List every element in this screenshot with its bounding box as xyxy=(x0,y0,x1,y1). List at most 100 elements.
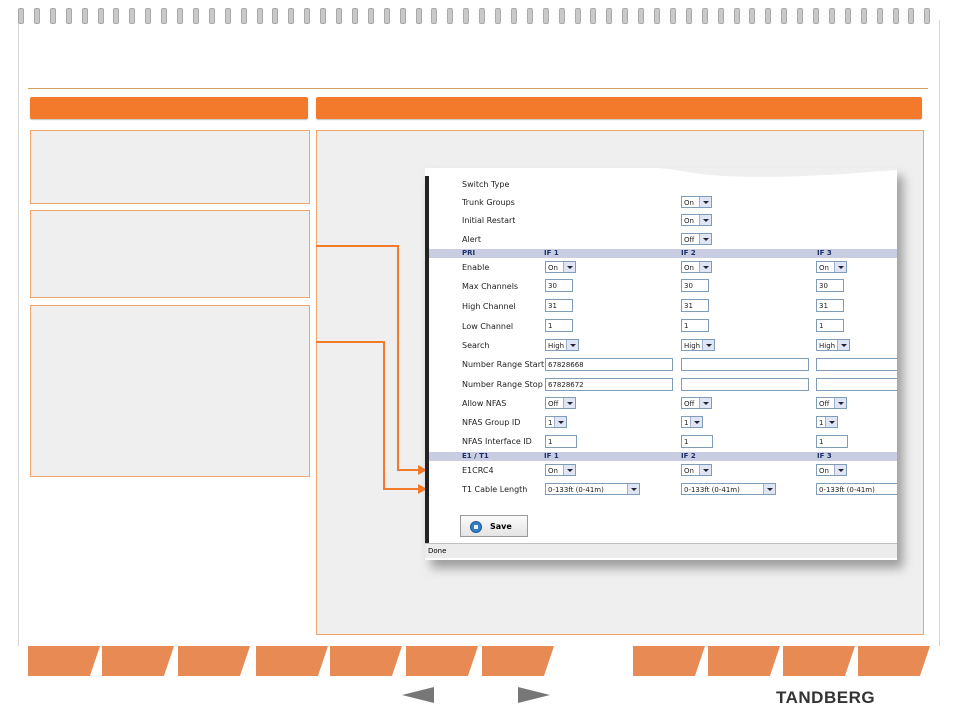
binder-rings xyxy=(18,8,938,28)
cable-length-if1-select[interactable]: 0-133ft (0-41m) xyxy=(545,483,640,495)
range-stop-if3-input[interactable] xyxy=(816,378,897,391)
nfas-group-if3-select[interactable]: 1 xyxy=(816,416,838,428)
high-channel-if3-input[interactable]: 31 xyxy=(816,299,844,312)
chevron-down-icon xyxy=(699,465,711,475)
label-max-channels: Max Channels xyxy=(462,282,519,291)
max-channels-if1-input[interactable]: 30 xyxy=(545,279,573,292)
enable-if1-select[interactable]: On xyxy=(545,261,576,273)
binder-ring xyxy=(860,8,867,24)
label-e1crc4: E1CRC4 xyxy=(462,466,494,475)
binder-ring xyxy=(49,8,56,24)
binder-ring xyxy=(256,8,263,24)
select-value: Off xyxy=(819,400,830,408)
nfas-interface-if3-input[interactable]: 1 xyxy=(816,435,848,448)
chevron-down-icon xyxy=(699,262,711,272)
select-value: 1 xyxy=(819,419,824,427)
allow-nfas-if2-select[interactable]: Off xyxy=(681,397,712,409)
section-tab[interactable] xyxy=(102,646,174,676)
cable-length-if2-select[interactable]: 0-133ft (0-41m) xyxy=(681,483,776,495)
e1crc4-if1-select[interactable]: On xyxy=(545,464,576,476)
low-channel-if3-input[interactable]: 1 xyxy=(816,319,844,332)
arrow-1-vertical xyxy=(397,245,399,470)
section-tab[interactable] xyxy=(783,646,855,676)
range-stop-if1-input[interactable]: 67828672 xyxy=(545,378,673,391)
initial-restart-select[interactable]: On xyxy=(681,214,712,226)
search-if1-select[interactable]: High xyxy=(545,339,579,351)
section-pri: PRI IF 1 IF 2 IF 3 xyxy=(429,249,897,258)
nfas-interface-if1-input[interactable]: 1 xyxy=(545,435,577,448)
select-value: On xyxy=(819,467,829,475)
section-tab[interactable] xyxy=(330,646,402,676)
save-button[interactable]: Save xyxy=(460,515,528,537)
binder-ring xyxy=(288,8,295,24)
select-value: 1 xyxy=(684,419,689,427)
search-if2-select[interactable]: High xyxy=(681,339,715,351)
chevron-down-icon xyxy=(834,465,846,475)
binder-ring xyxy=(208,8,215,24)
search-if3-select[interactable]: High xyxy=(816,339,850,351)
nfas-group-if1-select[interactable]: 1 xyxy=(545,416,567,428)
binder-ring xyxy=(781,8,788,24)
high-channel-if1-input[interactable]: 31 xyxy=(545,299,573,312)
max-channels-if2-input[interactable]: 30 xyxy=(681,279,709,292)
low-channel-if2-input[interactable]: 1 xyxy=(681,319,709,332)
previous-arrow-icon[interactable] xyxy=(402,687,434,703)
binder-ring xyxy=(590,8,597,24)
label-high-channel: High Channel xyxy=(462,302,516,311)
max-channels-if3-input[interactable]: 30 xyxy=(816,279,844,292)
trunk-groups-select[interactable]: On xyxy=(681,196,712,208)
binder-ring xyxy=(272,8,279,24)
next-arrow-icon[interactable] xyxy=(518,687,550,703)
binder-ring xyxy=(320,8,327,24)
range-start-if3-input[interactable] xyxy=(816,358,897,371)
allow-nfas-if1-select[interactable]: Off xyxy=(545,397,576,409)
enable-if3-select[interactable]: On xyxy=(816,261,847,273)
cable-length-if3-select[interactable]: 0-133ft (0-41m) xyxy=(816,483,897,495)
nfas-group-if2-select[interactable]: 1 xyxy=(681,416,703,428)
binder-ring xyxy=(876,8,883,24)
section-tab[interactable] xyxy=(256,646,328,676)
section-tab[interactable] xyxy=(633,646,705,676)
nfas-interface-if2-input[interactable]: 1 xyxy=(681,435,713,448)
col-if2: IF 2 xyxy=(681,249,696,257)
e1crc4-if3-select[interactable]: On xyxy=(816,464,847,476)
chevron-down-icon xyxy=(699,215,711,225)
arrow-1-end xyxy=(397,469,419,471)
binder-ring xyxy=(558,8,565,24)
binder-ring xyxy=(765,8,772,24)
arrow-2-end xyxy=(383,488,419,490)
binder-ring xyxy=(240,8,247,24)
range-start-if2-input[interactable] xyxy=(681,358,809,371)
label-nfas-interface-id: NFAS Interface ID xyxy=(462,437,532,446)
enable-if2-select[interactable]: On xyxy=(681,261,712,273)
row-switch-type: Switch Type xyxy=(433,176,897,194)
section-tab[interactable] xyxy=(482,646,554,676)
section-tab[interactable] xyxy=(858,646,930,676)
binder-ring xyxy=(224,8,231,24)
alert-select[interactable]: Off xyxy=(681,233,712,245)
section-tab[interactable] xyxy=(708,646,780,676)
range-start-if1-input[interactable]: 67828668 xyxy=(545,358,673,371)
chevron-down-icon xyxy=(563,262,575,272)
save-icon xyxy=(470,521,482,533)
select-value: On xyxy=(684,217,694,225)
select-value: 0-133ft (0-41m) xyxy=(819,486,875,494)
section-tab[interactable] xyxy=(178,646,250,676)
label-alert: Alert xyxy=(462,235,482,244)
chevron-down-icon xyxy=(834,398,846,408)
col-if2: IF 2 xyxy=(681,452,696,460)
section-tab[interactable] xyxy=(406,646,478,676)
section-tab[interactable] xyxy=(28,646,100,676)
range-stop-if2-input[interactable] xyxy=(681,378,809,391)
label-t1-cable-length: T1 Cable Length xyxy=(462,485,528,494)
select-value: Off xyxy=(548,400,559,408)
label-allow-nfas: Allow NFAS xyxy=(462,399,507,408)
select-value: 1 xyxy=(548,419,553,427)
low-channel-if1-input[interactable]: 1 xyxy=(545,319,573,332)
allow-nfas-if3-select[interactable]: Off xyxy=(816,397,847,409)
binder-ring xyxy=(129,8,136,24)
binder-ring xyxy=(606,8,613,24)
e1crc4-if2-select[interactable]: On xyxy=(681,464,712,476)
high-channel-if2-input[interactable]: 31 xyxy=(681,299,709,312)
brand-logo: TANDBERG xyxy=(776,688,876,707)
